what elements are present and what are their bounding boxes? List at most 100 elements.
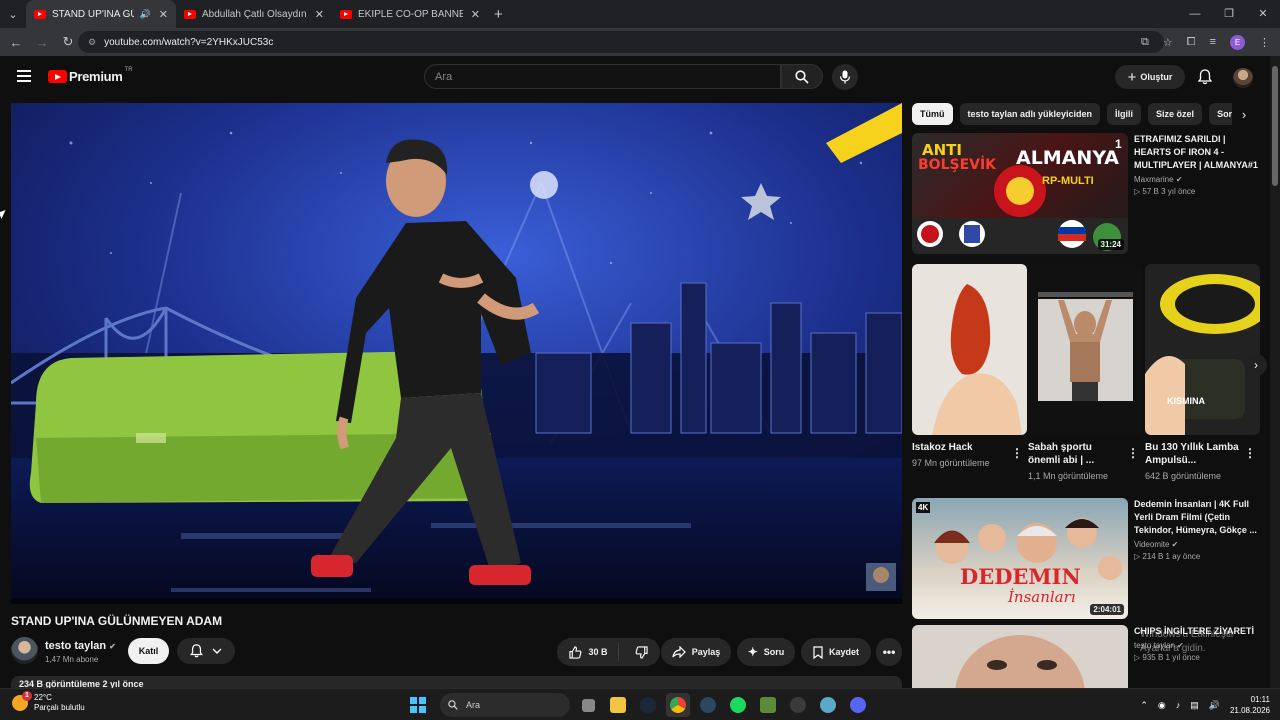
bookmark-star-icon[interactable]: ☆ [1163,36,1173,49]
views-and-date[interactable]: 234 B görüntüleme 2 yıl önce [11,676,902,688]
obs-icon[interactable] [786,693,810,717]
chrome-icon[interactable] [666,693,690,717]
microphone-icon[interactable]: ♪ [1176,700,1181,710]
close-tab-icon[interactable]: ✕ [159,8,168,21]
volume-icon[interactable]: 🔊 [1209,700,1220,711]
watermark-line: Windows'u Etkinleştir [1140,629,1235,640]
short-thumbnail[interactable]: KISMINA [1145,264,1260,435]
back-icon[interactable]: ← [4,35,28,50]
channel-avatar[interactable] [11,637,38,664]
cast-icon[interactable]: ⧉ [1141,36,1149,49]
thumbnail-text: DEDEMIN [960,564,1081,589]
tab-stand-up[interactable]: STAND UP'INA GÜLÜNMEYEN 🔊 ✕ [26,0,176,28]
discord-icon[interactable] [846,693,870,717]
ask-button[interactable]: ✦ Soru [737,638,795,666]
steam-vr-icon[interactable] [696,693,720,717]
short-title[interactable]: Sabah şportu önemli abi | ... [1028,441,1123,467]
short-title[interactable]: Istakoz Hack [912,441,1007,454]
task-view-icon[interactable] [576,693,600,717]
create-button[interactable]: + Oluştur [1115,65,1185,89]
minecraft-icon[interactable] [756,693,780,717]
tab-abdullah[interactable]: Abdullah Çatlı Olsaydın? (DERİN ✕ [176,0,332,28]
dislike-button[interactable] [625,645,648,659]
close-tab-icon[interactable]: ✕ [471,8,480,21]
taskbar-search[interactable]: Ara [440,693,570,717]
clock[interactable]: 01:11 21.08.2026 [1230,694,1270,716]
join-button[interactable]: Katıl [128,638,169,664]
short-item[interactable]: Sabah şportu önemli abi | ... 1,1 Mn gör… [1028,264,1143,481]
spotify-icon[interactable] [726,693,750,717]
network-icon[interactable]: ▤ [1190,700,1199,711]
thumbs-down-icon [635,645,648,659]
more-dots-icon[interactable]: ⋮ [1011,446,1023,460]
more-actions-button[interactable]: ••• [876,638,902,666]
share-button[interactable]: Paylaş [661,638,731,666]
hamburger-menu-icon[interactable] [17,70,31,82]
chip-all[interactable]: Tümü [912,103,953,125]
shorts-shelf: Istakoz Hack 97 Mn görüntüleme ⋮ Sabah ş… [912,264,1260,486]
verified-check-icon: ✔ [1175,175,1183,184]
chip-from-uploader[interactable]: testo taylan adlı yükleyiciden [959,103,1101,125]
short-item[interactable]: Istakoz Hack 97 Mn görüntüleme ⋮ [912,264,1027,468]
like-button[interactable]: 30 B [569,643,619,661]
reload-icon[interactable]: ↻ [56,34,80,50]
short-thumbnail[interactable] [912,264,1027,435]
more-dots-icon[interactable]: ⋮ [1127,446,1139,460]
page-scrollbar[interactable] [1270,56,1280,688]
file-explorer-icon[interactable] [606,693,630,717]
profile-avatar[interactable]: E [1230,34,1245,50]
recommendation-title[interactable]: Dedemin İnsanları | 4K Full Yerli Dram F… [1134,498,1262,537]
short-thumbnail[interactable] [1028,264,1143,435]
site-info-icon[interactable]: ⚙ [88,37,96,48]
menu-dots-icon[interactable]: ⋮ [1259,36,1270,49]
new-tab-icon[interactable]: + [494,6,503,23]
forward-icon[interactable]: → [30,35,54,50]
close-tab-icon[interactable]: ✕ [315,8,324,21]
temperature: 22°C [34,693,52,702]
stats-text: 214 B 1 ay önce [1142,552,1201,561]
chips-next-chevron-icon[interactable]: › [1232,103,1256,125]
video-player[interactable] [11,103,902,604]
youtube-premium-logo[interactable]: Premium TR [48,67,133,84]
shorts-next-chevron-icon[interactable]: › [1245,354,1267,376]
chip-for-you[interactable]: Size özel [1148,103,1203,125]
reading-list-icon[interactable]: ≡ [1210,36,1216,48]
recommendation-meta: Dedemin İnsanları | 4K Full Yerli Dram F… [1134,498,1262,561]
short-title[interactable]: Bu 130 Yıllık Lamba Ampulsü... [1145,441,1240,467]
extensions-icon[interactable]: ⧠ [1187,36,1196,49]
more-dots-icon[interactable]: ⋮ [1244,446,1256,460]
search-box [424,64,781,89]
tab-search-icon[interactable]: ⌄ [0,0,26,28]
account-avatar[interactable] [1233,68,1253,88]
recommendation-title[interactable]: ETRAFIMIZ SARILDI | HEARTS OF IRON 4 - M… [1134,133,1262,172]
voice-search-button[interactable] [832,64,858,90]
share-icon [672,646,686,658]
steam-icon[interactable] [636,693,660,717]
network-app-icon[interactable] [816,693,840,717]
tray-chevron-icon[interactable]: ⌃ [1140,700,1148,711]
video-thumbnail[interactable]: ANTI BOLŞEVİK ALMANYA RP-MULTI 1 31:24 [912,133,1128,254]
channel-name[interactable]: testo taylan [45,640,106,652]
subscribed-notifications-button[interactable] [177,638,235,664]
save-button[interactable]: Kaydet [801,638,871,666]
video-thumbnail[interactable]: 4K DEDEMIN İnsanları 2:04:01 [912,498,1128,619]
windows-start-icon[interactable] [410,697,426,713]
weather-widget[interactable]: 1 22°C Parçalı bulutlu [12,691,85,713]
youtube-favicon-icon [184,9,196,19]
chip-related[interactable]: İlgili [1107,103,1142,125]
tab-bannerlord[interactable]: EKİPLE CO-OP BANNERLORD - ✕ [332,0,488,28]
short-item[interactable]: KISMINA Bu 130 Yıllık Lamba Ampulsü... 6… [1145,264,1260,481]
speaker-icon[interactable]: 🔊 [140,9,151,20]
minimize-icon[interactable]: — [1178,0,1212,28]
scrollbar-thumb[interactable] [1272,66,1278,186]
close-window-icon[interactable]: ✕ [1246,0,1280,28]
url-field[interactable]: ⚙ youtube.com/watch?v=2YHKxJUC53c [78,31,1164,53]
search-button[interactable] [781,64,823,89]
security-icon[interactable]: ◉ [1158,700,1166,711]
video-thumbnail[interactable] [912,625,1128,688]
search-input[interactable] [435,70,780,83]
notifications-button[interactable] [1196,68,1214,86]
channel-name-row[interactable]: testo taylan ✔ [45,640,116,652]
play-icon: ▷ [1134,552,1141,561]
restore-icon[interactable]: ❐ [1212,0,1246,28]
